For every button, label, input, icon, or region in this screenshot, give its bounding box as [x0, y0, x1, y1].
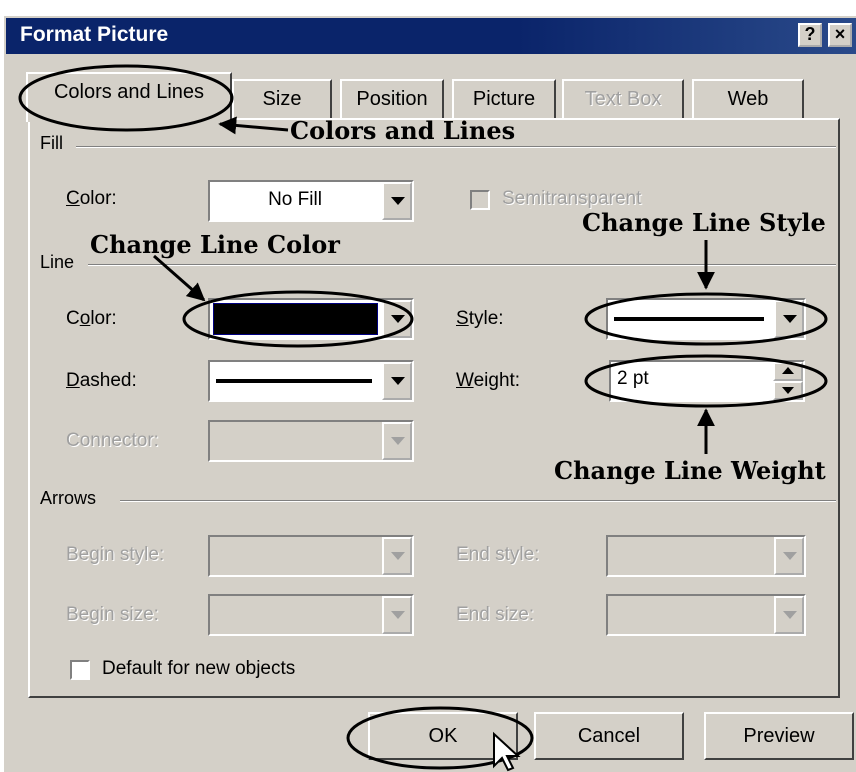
chevron-down-icon[interactable] [382, 422, 412, 460]
fill-color-label: Color: [66, 188, 117, 209]
line-group-label: Line [40, 252, 81, 273]
line-style-sample [614, 317, 764, 321]
end-style-label: End style: [456, 544, 540, 565]
line-color-swatch [213, 303, 378, 335]
chevron-down-icon[interactable] [382, 596, 412, 634]
help-button[interactable]: ? [798, 23, 822, 47]
chevron-down-icon[interactable] [382, 537, 412, 575]
begin-style-label: Begin style: [66, 544, 165, 565]
begin-size-dropdown[interactable] [208, 594, 414, 636]
arrows-group-label: Arrows [40, 488, 103, 509]
line-color-label: Color: [66, 308, 117, 329]
chevron-down-icon[interactable] [774, 300, 804, 338]
chevron-down-icon[interactable] [382, 300, 412, 338]
fill-group-label: Fill [40, 133, 69, 154]
line-style-dropdown[interactable] [606, 298, 806, 340]
weight-spinner[interactable]: 2 pt [609, 360, 805, 402]
dashed-sample [216, 379, 372, 383]
dashed-dropdown[interactable] [208, 360, 414, 402]
annotation-change-line-color: Change Line Color [90, 230, 340, 259]
default-for-new-objects-checkbox[interactable] [70, 660, 90, 680]
window-title: Format Picture [20, 23, 169, 46]
dashed-label: Dashed: [66, 370, 137, 391]
close-button[interactable]: × [828, 23, 852, 47]
chevron-down-icon[interactable] [382, 362, 412, 400]
line-group-divider [88, 264, 836, 266]
annotation-colors-and-lines: Colors and Lines [290, 116, 516, 145]
fill-color-dropdown[interactable]: No Fill [208, 180, 414, 222]
end-style-dropdown[interactable] [606, 535, 806, 577]
begin-size-label: Begin size: [66, 604, 159, 625]
semitransparent-checkbox[interactable] [470, 190, 490, 210]
fill-color-value: No Fill [268, 189, 322, 210]
tab-picture[interactable]: Picture [452, 79, 556, 119]
tab-size[interactable]: Size [232, 79, 332, 119]
tab-web[interactable]: Web [692, 79, 804, 119]
line-style-label: Style: [456, 308, 504, 329]
default-for-new-objects-label: Default for new objects [102, 658, 296, 679]
weight-label: Weight: [456, 370, 521, 391]
cancel-button[interactable]: Cancel [534, 712, 684, 760]
title-bar: Format Picture ? × [6, 18, 856, 54]
annotation-change-line-weight: Change Line Weight [554, 456, 826, 485]
line-color-dropdown[interactable] [208, 298, 414, 340]
tab-colors-and-lines[interactable]: Colors and Lines [26, 72, 232, 122]
spin-up-icon[interactable] [773, 362, 803, 381]
annotation-change-line-style: Change Line Style [582, 208, 826, 237]
ok-button[interactable]: OK [368, 712, 518, 760]
tab-text-box[interactable]: Text Box [562, 79, 684, 119]
preview-button[interactable]: Preview [704, 712, 854, 760]
connector-dropdown[interactable] [208, 420, 414, 462]
arrows-group-divider [120, 500, 836, 502]
weight-value[interactable]: 2 pt [617, 368, 649, 390]
semitransparent-label: Semitransparent [502, 188, 642, 209]
chevron-down-icon[interactable] [774, 537, 804, 575]
tab-position[interactable]: Position [340, 79, 444, 119]
chevron-down-icon[interactable] [774, 596, 804, 634]
spin-down-icon[interactable] [773, 381, 803, 400]
end-size-dropdown[interactable] [606, 594, 806, 636]
end-size-label: End size: [456, 604, 535, 625]
chevron-down-icon[interactable] [382, 182, 412, 220]
begin-style-dropdown[interactable] [208, 535, 414, 577]
connector-label: Connector: [66, 430, 159, 451]
fill-group-divider [76, 146, 836, 148]
